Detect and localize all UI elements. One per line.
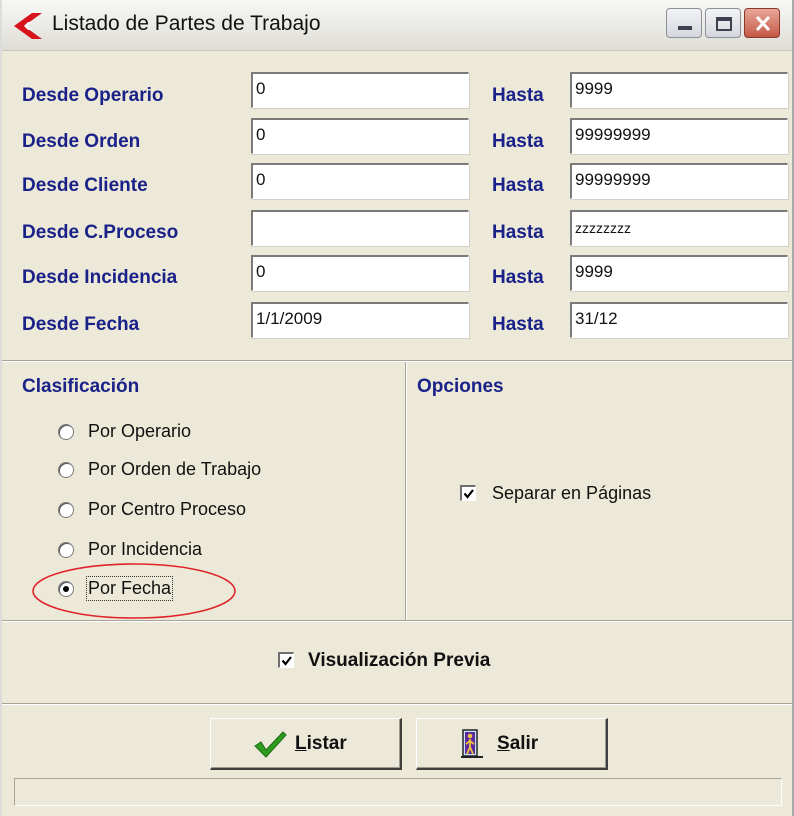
desde-operario-label: Desde Operario: [22, 85, 164, 106]
visualizacion-previa-label[interactable]: Visualización Previa: [308, 650, 490, 672]
radio-label-por-orden-trabajo[interactable]: Por Orden de Trabajo: [88, 459, 261, 480]
hasta-operario-input[interactable]: 9999: [570, 72, 788, 108]
radio-por-orden-trabajo[interactable]: [58, 462, 74, 478]
desde-incidencia-label: Desde Incidencia: [22, 267, 178, 288]
radio-label-por-operario[interactable]: Por Operario: [88, 421, 191, 442]
annotation-ellipse: [32, 563, 236, 619]
hasta-fecha-label: Hasta: [492, 314, 544, 335]
hasta-orden-label: Hasta: [492, 131, 544, 152]
salir-button[interactable]: Salir: [416, 718, 608, 770]
status-bar: [14, 778, 782, 806]
divider: [2, 360, 792, 362]
salir-mnemonic: S: [497, 733, 510, 754]
listar-label: Listar: [295, 733, 347, 755]
title-bar: Listado de Partes de Trabajo: [2, 0, 792, 51]
listar-button[interactable]: Listar: [210, 718, 402, 770]
radio-label-por-incidencia[interactable]: Por Incidencia: [88, 539, 202, 560]
desde-fecha-input[interactable]: 1/1/2009: [251, 302, 469, 338]
close-button[interactable]: [744, 8, 780, 38]
radio-por-incidencia[interactable]: [58, 542, 74, 558]
separar-paginas-label[interactable]: Separar en Páginas: [492, 483, 651, 504]
radio-por-centro-proceso[interactable]: [58, 502, 74, 518]
desde-orden-input[interactable]: 0: [251, 118, 469, 154]
divider: [2, 703, 792, 705]
hasta-operario-label: Hasta: [492, 85, 544, 106]
maximize-button[interactable]: [705, 8, 741, 38]
separar-paginas-checkbox[interactable]: [460, 485, 476, 501]
desde-fecha-label: Desde Fecha: [22, 314, 140, 335]
minimize-button[interactable]: [666, 8, 702, 38]
desde-cliente-input[interactable]: 0: [251, 163, 469, 199]
hasta-cliente-label: Hasta: [492, 175, 544, 196]
salir-label-rest: alir: [509, 733, 539, 754]
opciones-title: Opciones: [417, 376, 504, 397]
hasta-cproceso-input[interactable]: zzzzzzzz: [570, 210, 788, 246]
hasta-incidencia-input[interactable]: 9999: [570, 255, 788, 291]
desde-incidencia-input[interactable]: 0: [251, 255, 469, 291]
maximize-icon: [716, 17, 732, 31]
window-title: Listado de Partes de Trabajo: [52, 12, 321, 35]
hasta-fecha-input[interactable]: 31/12: [570, 302, 788, 338]
listar-mnemonic: L: [295, 733, 307, 754]
minimize-icon: [678, 26, 692, 30]
listar-label-rest: istar: [306, 733, 347, 754]
app-logo-icon: [14, 13, 42, 39]
check-mark-icon: [281, 656, 292, 666]
desde-cproceso-input[interactable]: [251, 210, 469, 246]
hasta-cproceso-label: Hasta: [492, 222, 544, 243]
clasificacion-title: Clasificación: [22, 376, 140, 397]
window: Listado de Partes de Trabajo Desde Opera…: [0, 0, 794, 816]
close-icon: [755, 15, 771, 32]
exit-door-icon: [461, 729, 483, 758]
desde-orden-label: Desde Orden: [22, 131, 141, 152]
radio-label-por-centro-proceso[interactable]: Por Centro Proceso: [88, 499, 246, 520]
desde-cliente-label: Desde Cliente: [22, 175, 148, 196]
hasta-incidencia-label: Hasta: [492, 267, 544, 288]
visualizacion-previa-checkbox[interactable]: [278, 652, 294, 668]
hasta-cliente-input[interactable]: 99999999: [570, 163, 788, 199]
desde-operario-input[interactable]: 0: [251, 72, 469, 108]
radio-por-operario[interactable]: [58, 424, 74, 440]
green-check-icon: [254, 731, 287, 758]
desde-cproceso-label: Desde C.Proceso: [22, 222, 179, 243]
salir-label: Salir: [497, 733, 538, 755]
hasta-orden-input[interactable]: 99999999: [570, 118, 788, 154]
divider: [405, 362, 407, 620]
check-mark-icon: [463, 489, 474, 499]
